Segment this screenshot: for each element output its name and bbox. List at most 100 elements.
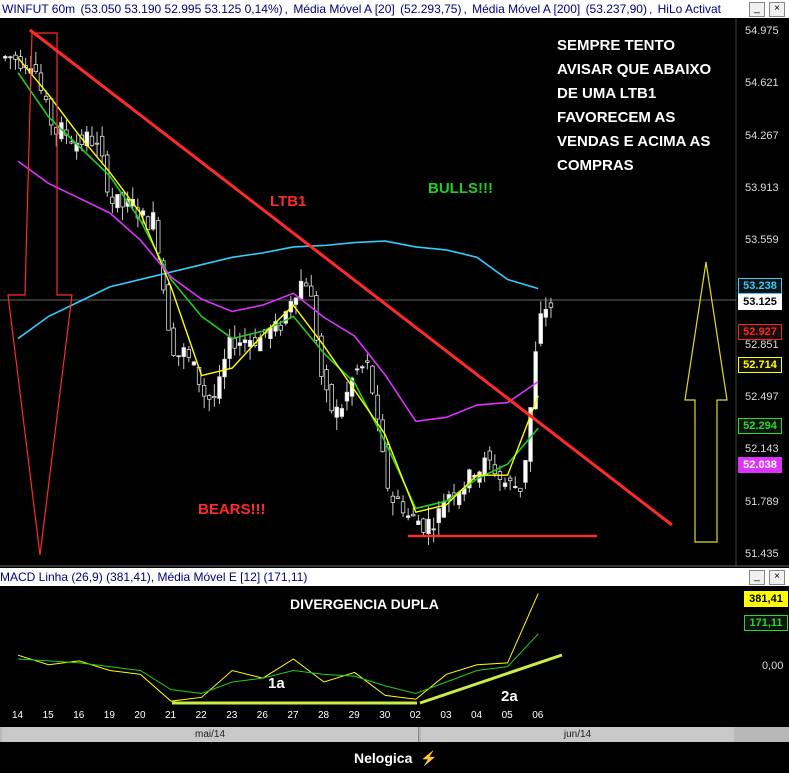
candle-body xyxy=(3,56,8,59)
candle-body xyxy=(375,394,380,420)
x-axis-tick: 14 xyxy=(12,710,24,721)
candle-body xyxy=(166,284,171,331)
price-tag: 52.927 xyxy=(738,324,782,340)
candle-body xyxy=(416,520,421,525)
x-axis-tick: 16 xyxy=(73,710,85,721)
candle-body xyxy=(502,482,508,487)
price-axis-tick: 52.143 xyxy=(745,443,779,456)
price-axis-tick: 51.789 xyxy=(745,495,779,508)
price-axis-tick: 53.913 xyxy=(745,181,779,194)
candle-body xyxy=(232,337,237,349)
price-tag: 52.038 xyxy=(738,457,782,473)
x-axis-tick: 20 xyxy=(134,710,146,721)
candle-body xyxy=(207,395,212,400)
candle-body xyxy=(227,336,232,359)
macd-axis-tick: 0,00 xyxy=(762,659,784,672)
month-june: jun/14 xyxy=(421,727,734,742)
price-axis-tick: 53.559 xyxy=(745,234,779,247)
price-tag: 52.714 xyxy=(738,357,782,373)
candle-body xyxy=(507,477,513,482)
candle-body xyxy=(324,369,329,391)
brand-logo: Nelogica xyxy=(354,750,413,766)
divergence-2a-label: 2a xyxy=(501,688,518,705)
price-tag: 52.294 xyxy=(738,418,782,434)
candle-body xyxy=(115,194,120,209)
candle-body xyxy=(33,64,39,72)
overlays-group xyxy=(17,57,539,513)
candle-body xyxy=(431,528,436,531)
price-tag: 53.238 xyxy=(738,278,782,294)
x-axis-tick: 05 xyxy=(501,710,513,721)
candle-body xyxy=(217,376,222,399)
candle-body xyxy=(421,518,426,533)
price-axis-tick: 51.435 xyxy=(745,548,779,560)
down-arrow-shape xyxy=(7,32,73,556)
ltb-annotation: LTB1 xyxy=(270,193,307,210)
x-axis-tick: 15 xyxy=(42,710,54,721)
candle-body xyxy=(487,450,492,461)
price-axis-tick: 52.851 xyxy=(745,338,779,351)
candle-body xyxy=(400,501,406,514)
x-axis-tick: 02 xyxy=(409,710,421,721)
candle-body xyxy=(150,212,156,230)
x-axis-tick: 23 xyxy=(226,710,238,721)
candle-body xyxy=(94,142,100,145)
x-axis-tick: 04 xyxy=(471,710,483,721)
macd-tag: 381,41 xyxy=(744,591,788,607)
candle-body xyxy=(543,309,549,318)
x-axis-tick: 03 xyxy=(440,710,452,721)
candle-body xyxy=(365,360,370,363)
candle-body xyxy=(436,508,441,524)
candle-body xyxy=(278,324,283,331)
x-axis-tick: 26 xyxy=(256,710,268,721)
price-tag: 53.125 xyxy=(738,294,782,310)
candle-body xyxy=(293,297,299,305)
candle-body xyxy=(8,56,13,59)
time-scrollbar[interactable]: mai/14 jun/14 xyxy=(0,727,789,742)
candle-body xyxy=(303,282,309,287)
candle-body xyxy=(548,302,554,308)
candle-body xyxy=(360,366,365,369)
candle-body xyxy=(344,391,350,402)
ma20-line xyxy=(17,72,539,510)
candle-body xyxy=(89,135,95,146)
candle-body xyxy=(298,280,304,300)
candle-body xyxy=(390,495,396,503)
bulls-annotation: BULLS!!! xyxy=(428,180,493,197)
x-axis-tick: 30 xyxy=(379,710,391,721)
fast-ma-line xyxy=(17,57,539,513)
candle-body xyxy=(426,518,431,534)
bears-annotation: BEARS!!! xyxy=(198,501,266,518)
candle-body xyxy=(523,459,528,483)
up-arrow-shape xyxy=(684,261,728,543)
candle-body xyxy=(43,95,49,100)
footer-bar: Nelogica ⚡ xyxy=(0,742,789,773)
candle-body xyxy=(247,340,253,347)
candle-body xyxy=(538,313,543,344)
price-axis-tick: 54.267 xyxy=(745,129,779,142)
candle-body xyxy=(242,339,248,344)
candle-body xyxy=(441,501,447,518)
candle-body xyxy=(156,220,161,254)
candle-body xyxy=(518,487,523,492)
candle-body xyxy=(339,408,345,417)
price-axis-tick: 54.621 xyxy=(745,77,779,90)
candle-body xyxy=(181,347,186,357)
candle-body xyxy=(411,513,416,517)
candle-body xyxy=(201,385,207,397)
candle-body xyxy=(513,486,518,489)
note-annotation: SEMPRE TENTO AVISAR QUE ABAIXO DE UMA LT… xyxy=(557,37,712,174)
candle-body xyxy=(482,457,487,476)
candle-body xyxy=(171,327,176,356)
x-axis-tick: 06 xyxy=(532,710,544,721)
candle-body xyxy=(191,361,197,366)
price-axis-tick: 54.975 xyxy=(745,25,779,37)
candle-body xyxy=(212,395,217,399)
macd-tag: 171,11 xyxy=(744,615,788,631)
x-axis-tick: 19 xyxy=(103,710,115,721)
candle-body xyxy=(186,349,192,358)
candle-body xyxy=(309,285,314,297)
candle-body xyxy=(354,368,360,371)
x-axis-tick: 29 xyxy=(348,710,360,721)
candle-body xyxy=(237,342,243,346)
